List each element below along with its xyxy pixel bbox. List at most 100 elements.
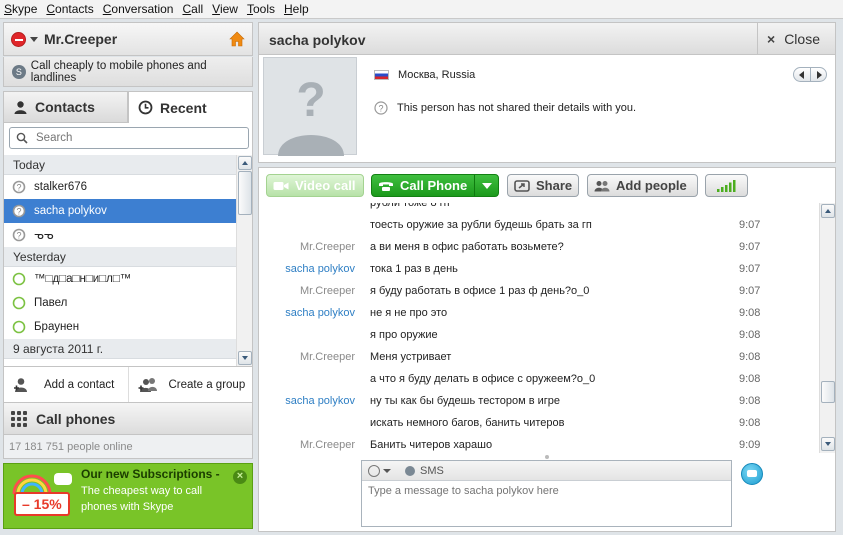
menu-bar: Skype Contacts Conversation Call View To… — [0, 0, 843, 19]
recent-contact-name: Павел — [34, 297, 68, 309]
scroll-thumb[interactable] — [238, 171, 252, 215]
message-history: рубли тоже 8 гп тоесть оружие за рубли бу… — [259, 203, 821, 453]
call-quality-button[interactable] — [705, 174, 748, 197]
menu-conversation[interactable]: Conversation — [103, 2, 174, 16]
message-author[interactable]: sacha polykov — [285, 302, 355, 324]
tab-recent[interactable]: Recent — [128, 91, 253, 123]
message-text: а ви меня в офис работать возьмете? — [370, 241, 564, 253]
call-toolbar: Video call Call Phone Share Add people — [259, 168, 835, 202]
call-phones-button[interactable]: Call phones — [3, 403, 253, 435]
offline-status-icon — [12, 272, 26, 286]
discount-badge: – 15% — [14, 492, 70, 516]
message-row: искать немного багов, банить читеров 9:08 — [259, 412, 821, 434]
message-author[interactable]: Mr.Creeper — [300, 236, 355, 258]
message-text: а что я буду делать в офисе с оружеем?о_… — [370, 373, 596, 385]
search-icon — [16, 132, 28, 144]
call-cheaply-banner[interactable]: S Call cheaply to mobile phones and land… — [3, 57, 253, 87]
message-input[interactable] — [368, 485, 728, 525]
call-phones-label: Call phones — [36, 410, 116, 427]
resize-grip[interactable] — [545, 455, 549, 459]
message-author[interactable]: Mr.Creeper — [300, 280, 355, 302]
status-do-not-disturb-icon[interactable] — [11, 31, 26, 47]
recent-contact-item[interactable]: Павел — [4, 291, 237, 315]
tab-contacts[interactable]: Contacts — [3, 91, 128, 123]
unknown-status-icon: ? — [12, 228, 26, 242]
next-arrow-icon[interactable] — [809, 68, 827, 81]
message-author[interactable]: Mr.Creeper — [300, 434, 355, 453]
messages-scroll-down-button[interactable] — [821, 437, 835, 451]
menu-call[interactable]: Call — [182, 2, 203, 16]
send-message-icon[interactable] — [741, 463, 763, 485]
sms-icon[interactable] — [405, 465, 415, 476]
message-author[interactable]: sacha polykov — [285, 390, 355, 412]
unknown-avatar-icon: ? — [278, 74, 344, 156]
conversation-panel: sacha polykov × Close ? Москва, Russia ?… — [258, 22, 836, 532]
phone-icon — [379, 181, 393, 191]
contact-tabs: Contacts Recent — [3, 91, 253, 123]
message-time: 9:08 — [739, 373, 761, 385]
video-camera-icon — [273, 181, 289, 190]
ad-title: Our new Subscriptions - — [81, 467, 220, 481]
recent-scrollbar[interactable] — [236, 155, 252, 366]
menu-tools[interactable]: Tools — [247, 2, 275, 16]
person-icon — [14, 100, 27, 114]
messages-scrollbar[interactable] — [819, 203, 835, 453]
svg-text:?: ? — [296, 74, 325, 127]
message-row: Mr.Creeper я буду работать в офисе 1 раз … — [259, 280, 821, 302]
messages-scroll-thumb[interactable] — [821, 381, 835, 403]
status-dropdown-icon[interactable] — [30, 36, 38, 42]
emoticon-icon[interactable] — [368, 464, 380, 477]
close-button[interactable]: × Close — [757, 23, 835, 54]
recent-contact-item[interactable]: ? sacha polykov — [4, 199, 237, 223]
recent-contact-item[interactable]: ™□д□а□н□и□л□™ — [4, 267, 237, 291]
recent-group-header: 9 августа 2011 г. — [4, 339, 237, 359]
tab-recent-label: Recent — [160, 99, 207, 116]
add-people-button[interactable]: Add people — [587, 174, 698, 197]
search-area — [3, 123, 253, 155]
message-row: а что я буду делать в офисе с оружеем?о_… — [259, 368, 821, 390]
svg-text:?: ? — [16, 207, 21, 217]
call-phone-button[interactable]: Call Phone — [371, 174, 499, 197]
recent-contact-item[interactable]: ? ᓀᓀ — [4, 223, 237, 247]
menu-help[interactable]: Help — [284, 2, 309, 16]
unknown-status-icon: ? — [374, 101, 388, 115]
details-note-text: This person has not shared their details… — [397, 102, 637, 114]
recent-list-items: Today? stalker676? sacha polykov? ᓀᓀ Yesterd… — [4, 155, 237, 359]
svg-text:?: ? — [378, 104, 383, 114]
subscriptions-ad[interactable]: – 15% Our new Subscriptions - The cheape… — [3, 463, 253, 529]
svg-text:?: ? — [16, 231, 21, 241]
contact-info: ? Москва, Russia ? This person has not s… — [258, 55, 836, 163]
profile-bar[interactable]: Mr.Creeper — [3, 22, 253, 56]
message-time: 9:09 — [739, 439, 761, 451]
menu-view[interactable]: View — [212, 2, 238, 16]
search-input[interactable] — [36, 132, 236, 144]
previous-arrow-icon[interactable] — [794, 68, 810, 81]
recent-contact-name: Браунен — [34, 321, 80, 333]
create-group-button[interactable]: Create a group — [127, 367, 253, 402]
profile-name[interactable]: Mr.Creeper — [44, 31, 117, 47]
messages-scroll-up-button[interactable] — [821, 204, 835, 218]
message-author[interactable]: Mr.Creeper — [300, 346, 355, 368]
ad-close-icon[interactable]: × — [233, 470, 247, 484]
video-call-button[interactable]: Video call — [266, 174, 364, 197]
menu-contacts[interactable]: Contacts — [46, 2, 93, 16]
message-time: 9:07 — [739, 241, 761, 253]
message-row: Mr.Creeper а ви меня в офис работать возь… — [259, 236, 821, 258]
emoticon-dropdown-icon[interactable] — [383, 468, 391, 473]
message-time: 9:07 — [739, 219, 761, 231]
scroll-up-button[interactable] — [238, 156, 252, 170]
recent-contact-item[interactable]: ? stalker676 — [4, 175, 237, 199]
call-dropdown-icon[interactable] — [474, 175, 498, 196]
recent-contact-item[interactable]: Браунен — [4, 315, 237, 339]
message-row: я про оружие 9:08 — [259, 324, 821, 346]
create-group-label: Create a group — [168, 378, 246, 391]
message-author[interactable]: sacha polykov — [285, 258, 355, 280]
search-box[interactable] — [9, 127, 249, 149]
share-label: Share — [536, 178, 573, 193]
share-button[interactable]: Share — [507, 174, 579, 197]
sms-label[interactable]: SMS — [420, 465, 444, 477]
menu-skype[interactable]: Skype — [4, 2, 37, 16]
add-contact-button[interactable]: Add a contact — [4, 367, 128, 402]
home-icon[interactable] — [229, 31, 245, 47]
scroll-down-button[interactable] — [238, 351, 252, 365]
